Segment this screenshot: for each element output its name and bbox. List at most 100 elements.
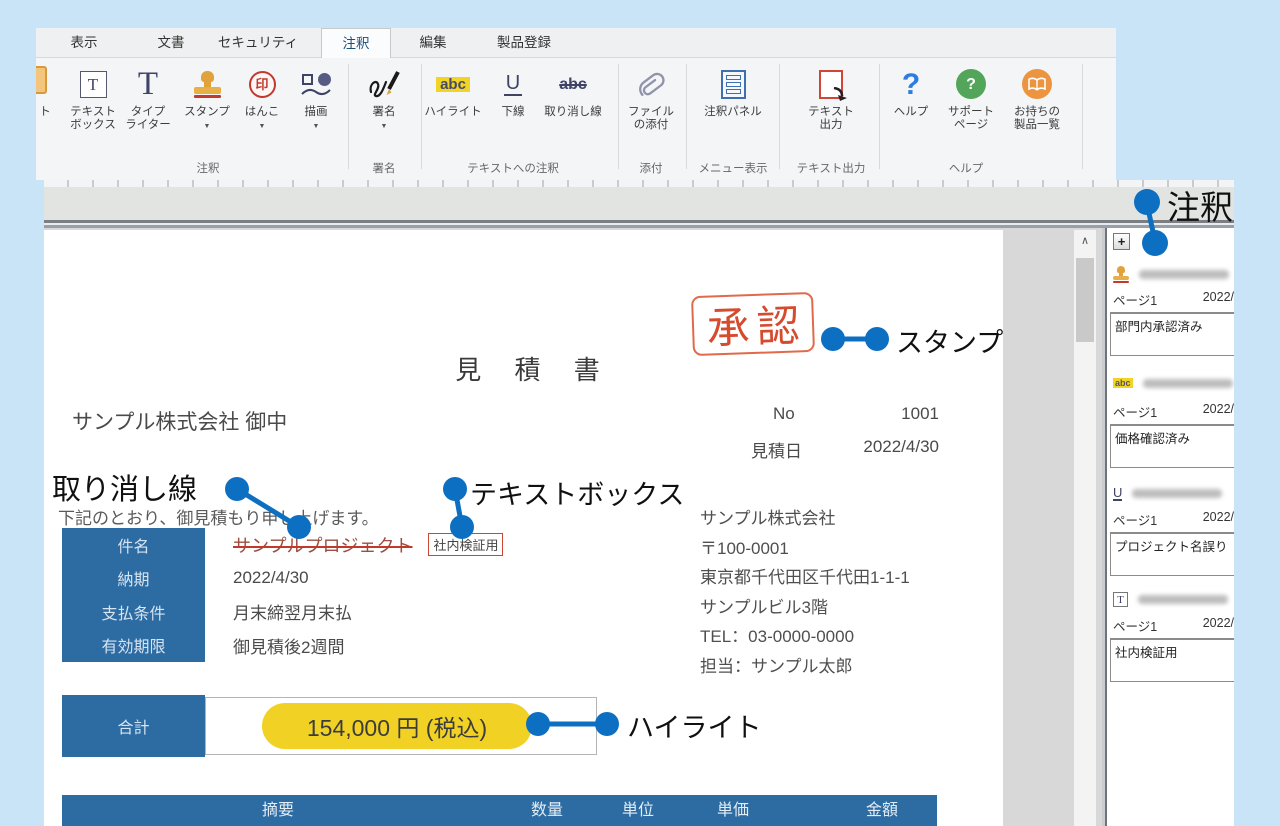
- text-output-icon: [819, 70, 843, 99]
- document-viewport: 承認 見 積 書 サンプル株式会社 御中 No 1001 見積日 2022/4/30…: [44, 228, 1103, 826]
- tab-annotation[interactable]: 注釈: [321, 28, 391, 58]
- hanko-icon: 印: [249, 71, 276, 98]
- col-description: 摘要: [233, 795, 323, 826]
- group-separator: [1082, 64, 1083, 169]
- document-page: 承認 見 積 書 サンプル株式会社 御中 No 1001 見積日 2022/4/30…: [44, 230, 1003, 826]
- highlight-button[interactable]: abc ハイライト: [421, 64, 485, 119]
- draw-icon: [301, 73, 331, 96]
- no-label: No: [751, 404, 795, 424]
- quote-meta: No 1001 見積日 2022/4/30: [751, 404, 939, 475]
- hanko-dropdown-icon[interactable]: ▼: [259, 120, 266, 133]
- screenshot-root: { "tab_bar": { "tabs": ["表示", "文書", "セキュ…: [0, 0, 1280, 826]
- help-button[interactable]: ? ヘルプ: [885, 64, 937, 119]
- stamp-button[interactable]: スタンプ ▼: [177, 64, 237, 133]
- ribbon-body: ト T テキスト ボックス T タイプ ライター スタンプ ▼ 印 はんこ ▼: [36, 58, 1116, 179]
- signature-icon: [366, 67, 402, 101]
- owned-products-button[interactable]: お持ちの 製品一覧: [1006, 64, 1068, 132]
- tab-view[interactable]: 表示: [56, 28, 112, 58]
- underline-icon: U: [504, 72, 522, 96]
- signature-button[interactable]: 署名 ▼: [356, 64, 412, 133]
- products-book-icon: [1022, 69, 1052, 99]
- group-separator: [618, 64, 619, 169]
- annotation-panel-icon: [721, 70, 746, 99]
- strikethrough-icon: abc: [559, 78, 587, 91]
- company-block: サンプル株式会社 〒100-0001 東京都千代田区千代田1-1-1 サンプルビ…: [700, 504, 910, 681]
- company-address2: サンプルビル3階: [700, 593, 910, 623]
- company-contact: 担当：サンプル太郎: [700, 652, 910, 682]
- textbox-icon: T: [80, 71, 107, 98]
- col-unit: 単位: [593, 795, 683, 826]
- hanko-button[interactable]: 印 はんこ ▼: [234, 64, 290, 133]
- group-label-help: ヘルプ: [906, 160, 1026, 176]
- tab-document[interactable]: 文書: [143, 28, 199, 58]
- stamp-dropdown-icon[interactable]: ▼: [204, 120, 211, 133]
- item-date: 2022/: [1203, 402, 1234, 416]
- vertical-scrollbar[interactable]: ∧: [1074, 230, 1096, 826]
- quote-date-label: 見積日: [751, 437, 802, 462]
- group-label-annotation: 注釈: [138, 160, 278, 176]
- recipient: サンプル株式会社 御中: [72, 406, 287, 436]
- tab-product-registration[interactable]: 製品登録: [484, 28, 564, 58]
- strikethrough-button[interactable]: abc 取り消し線: [539, 64, 607, 119]
- typewriter-button[interactable]: T タイプ ライター: [120, 64, 176, 132]
- highlight-icon: abc: [436, 77, 470, 92]
- group-separator: [686, 64, 687, 169]
- annotation-panel-button[interactable]: 注釈パネル: [699, 64, 767, 119]
- add-annotation-button[interactable]: +: [1113, 233, 1130, 250]
- annotation-comment[interactable]: プロジェクト名誤り: [1110, 532, 1234, 576]
- stamp-mini-icon: [1113, 266, 1129, 283]
- attach-file-button[interactable]: ファイル の添付: [623, 64, 679, 132]
- stamp-icon: [194, 71, 221, 98]
- group-separator: [348, 64, 349, 169]
- table-row: 件名 サンプルプロジェクト 社内検証用: [62, 528, 503, 562]
- quote-info-table: 件名 サンプルプロジェクト 社内検証用 納期 2022/4/30 支払条件 月末…: [62, 528, 503, 662]
- scroll-up-button[interactable]: ∧: [1074, 230, 1096, 250]
- textbox-annotation[interactable]: 社内検証用: [428, 533, 503, 556]
- signature-dropdown-icon[interactable]: ▼: [381, 120, 388, 133]
- strikethrough-annotation[interactable]: サンプルプロジェクト: [233, 532, 412, 558]
- no-value: 1001: [901, 404, 939, 424]
- annotation-comment[interactable]: 社内検証用: [1110, 638, 1234, 682]
- item-page: ページ1: [1113, 514, 1157, 528]
- help-icon: ?: [902, 78, 920, 91]
- tab-security[interactable]: セキュリティ: [216, 28, 300, 58]
- group-label-signature: 署名: [344, 160, 424, 176]
- ribbon: 表示 文書 セキュリティ 注釈 編集 製品登録 ト T テキスト ボックス T …: [36, 28, 1116, 180]
- support-icon: ?: [956, 69, 986, 99]
- textbox-mini-icon: T: [1113, 592, 1128, 607]
- annotation-comment[interactable]: 価格確認済み: [1110, 424, 1234, 468]
- company-postal: 〒100-0001: [700, 534, 910, 564]
- toolbar-strip: [44, 180, 1234, 228]
- clipped-note-button[interactable]: ト: [36, 64, 58, 119]
- approval-stamp-annotation[interactable]: 承認: [691, 292, 815, 356]
- scrollbar-thumb[interactable]: [1076, 258, 1094, 342]
- textbox-button[interactable]: T テキスト ボックス: [65, 64, 121, 132]
- company-address1: 東京都千代田区千代田1-1-1: [700, 563, 910, 593]
- draw-dropdown-icon[interactable]: ▼: [313, 120, 320, 133]
- quote-date-value: 2022/4/30: [863, 437, 939, 462]
- item-date: 2022/: [1203, 290, 1234, 304]
- group-separator: [879, 64, 880, 169]
- underline-button[interactable]: U 下線: [487, 64, 539, 119]
- group-label-text-annotation: テキストへの注釈: [433, 160, 593, 176]
- item-date: 2022/: [1203, 616, 1234, 630]
- item-page: ページ1: [1113, 406, 1157, 420]
- highlight-annotation[interactable]: 154,000 円 (税込): [262, 703, 532, 749]
- table-row: 支払条件 月末締翌月末払: [62, 595, 503, 629]
- col-amount: 金額: [837, 795, 927, 826]
- document-title: 見 積 書: [424, 350, 644, 387]
- text-output-button[interactable]: テキスト 出力: [801, 64, 861, 132]
- table-row: 納期 2022/4/30: [62, 562, 503, 596]
- col-quantity: 数量: [502, 795, 592, 826]
- tab-edit[interactable]: 編集: [405, 28, 461, 58]
- item-date: 2022/: [1203, 510, 1234, 524]
- support-page-button[interactable]: ? サポート ページ: [943, 64, 999, 132]
- annotation-panel: + ページ12022/ 部門内承認済み abc ページ12022/ 価格確認済み…: [1105, 228, 1234, 826]
- items-table-header: 摘要 数量 単位 単価 金額: [62, 795, 937, 826]
- blurred-author-name: [1132, 489, 1222, 498]
- draw-button[interactable]: 描画 ▼: [288, 64, 344, 133]
- group-label-text-output: テキスト出力: [771, 160, 891, 176]
- item-page: ページ1: [1113, 620, 1157, 634]
- annotation-comment[interactable]: 部門内承認済み: [1110, 312, 1234, 356]
- col-unit-price: 単価: [688, 795, 778, 826]
